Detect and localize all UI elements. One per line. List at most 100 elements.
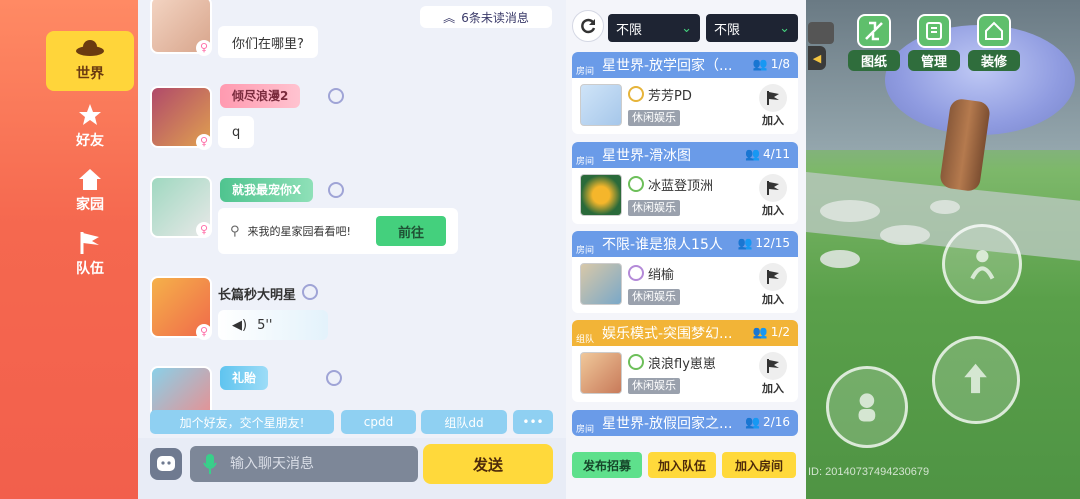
- nav-team-tab[interactable]: 队伍: [46, 226, 134, 286]
- refresh-icon: [581, 18, 596, 34]
- invite-text: 来我的星家园看看吧!: [247, 225, 351, 238]
- nav-home-label: 家园: [76, 197, 104, 213]
- send-button[interactable]: 发送: [423, 444, 553, 484]
- team-card[interactable]: 组队 娱乐模式-突围梦幻... 👥 1/2 浪浪fly崽崽 休闲娱乐 加入: [572, 320, 798, 402]
- publish-recruit-button[interactable]: 发布招募: [572, 452, 642, 478]
- flag-icon: [759, 84, 787, 112]
- room-host: 绡榆: [648, 268, 675, 283]
- female-icon: ♀: [196, 40, 212, 56]
- stepping-stone: [820, 200, 880, 222]
- nav-world-label: 世界: [76, 66, 104, 82]
- home-icon: [46, 162, 134, 192]
- room-card[interactable]: 房间 星世界-滑冰图 👥 4/11 冰蓝登顶洲 休闲娱乐 加入: [572, 142, 798, 224]
- room-category: 休闲娱乐: [628, 110, 680, 126]
- expand-arrow-icon[interactable]: ◀: [808, 46, 826, 70]
- voice-wave-icon: ◀): [232, 317, 248, 333]
- stepping-stone: [930, 200, 960, 214]
- voice-message[interactable]: ◀) 5'': [218, 310, 328, 340]
- room-title: 不限-谁是狼人15人: [602, 237, 723, 253]
- join-room-button[interactable]: 加入: [758, 350, 788, 396]
- room-host: 芳芳PD: [648, 89, 692, 104]
- action-control[interactable]: [826, 366, 908, 448]
- sender-name[interactable]: 就我最宠你X: [220, 178, 314, 202]
- nav-friends-label: 好友: [76, 133, 104, 149]
- users-icon: 👥: [745, 415, 761, 429]
- room-count: 12/15: [755, 236, 790, 250]
- manage-button[interactable]: 管理: [908, 14, 960, 71]
- tier-badge-icon: [628, 354, 644, 370]
- room-type-badge: 房间: [575, 157, 594, 167]
- chat-message-input[interactable]: [230, 456, 410, 472]
- room-card[interactable]: 房间 不限-谁是狼人15人 👥 12/15 绡榆 休闲娱乐 加入: [572, 231, 798, 313]
- go-button[interactable]: 前往: [376, 216, 446, 246]
- room-type-badge: 房间: [575, 425, 594, 435]
- message-bubble: 你们在哪里?: [218, 26, 318, 58]
- decorate-button[interactable]: 装修: [968, 14, 1020, 71]
- nav-friends-tab[interactable]: 好友: [46, 98, 134, 158]
- users-icon: 👥: [745, 147, 761, 161]
- manage-icon: [917, 14, 951, 48]
- female-icon: ♀: [196, 222, 212, 238]
- room-host: 浪浪fly崽崽: [648, 357, 716, 372]
- join-room-button[interactable]: 加入: [758, 261, 788, 307]
- emoji-button[interactable]: [150, 448, 182, 480]
- quick-reply-team[interactable]: 组队dd: [421, 410, 507, 434]
- nav-home-tab[interactable]: 家园: [46, 162, 134, 222]
- flag-icon: [46, 226, 134, 256]
- room-card[interactable]: 房间 星世界-放假回家之... 👥 2/16: [572, 410, 798, 436]
- room-thumbnail: [580, 263, 622, 305]
- room-card[interactable]: 房间 星世界-放学回家（... 👥 1/8 芳芳PD 休闲娱乐 加入: [572, 52, 798, 134]
- stepping-stone: [880, 225, 930, 245]
- chat-input-bar: 发送: [138, 438, 566, 499]
- filter-select-2[interactable]: 不限 ⌄: [706, 14, 798, 42]
- sender-name[interactable]: 长篇秒大明星: [218, 284, 296, 303]
- flag-tab[interactable]: [808, 22, 834, 44]
- grab-icon: [964, 364, 988, 394]
- room-type-badge: 组队: [575, 335, 594, 345]
- blueprint-button[interactable]: 图纸: [848, 14, 900, 71]
- flag-icon: [759, 263, 787, 291]
- filter-select-1[interactable]: 不限 ⌄: [608, 14, 700, 42]
- decorate-label: 装修: [968, 50, 1020, 71]
- chevron-down-icon: ⌄: [779, 20, 790, 36]
- join-team-button[interactable]: 加入队伍: [648, 452, 716, 478]
- room-type-badge: 房间: [575, 67, 594, 77]
- microphone-icon[interactable]: [190, 453, 230, 475]
- emoji-icon: [157, 456, 175, 471]
- join-room-button[interactable]: 加入: [758, 82, 788, 128]
- join-room-button[interactable]: 加入: [758, 172, 788, 218]
- unread-label: 6条未读消息: [461, 10, 529, 25]
- room-count: 4/11: [763, 147, 790, 161]
- planet-icon: [46, 31, 134, 61]
- quick-reply-add-friend[interactable]: 加个好友，交个星朋友!: [150, 410, 334, 434]
- unread-messages-button[interactable]: ︽ 6条未读消息: [420, 6, 552, 28]
- join-label: 加入: [762, 382, 784, 395]
- more-quick-replies-button[interactable]: •••: [513, 410, 553, 434]
- users-icon: 👥: [752, 57, 768, 71]
- join-room-bottom-button[interactable]: 加入房间: [722, 452, 796, 478]
- friend-star-icon: [46, 98, 134, 128]
- chevron-down-icon: ⌄: [681, 20, 692, 36]
- room-thumbnail: [580, 352, 622, 394]
- sender-name[interactable]: 礼貽: [220, 366, 269, 390]
- female-icon: ♀: [196, 324, 212, 340]
- double-chevron-up-icon: ︽: [443, 10, 456, 25]
- quick-reply-cpdd[interactable]: cpdd: [341, 410, 416, 434]
- refresh-button[interactable]: [572, 10, 604, 42]
- room-count: 1/8: [770, 57, 790, 71]
- blueprint-label: 图纸: [848, 50, 900, 71]
- tier-badge-icon: [328, 182, 344, 198]
- home-invite-card: ⚲ 来我的星家园看看吧! 前往: [218, 208, 458, 254]
- tier-badge-icon: [628, 86, 644, 102]
- grab-control[interactable]: [932, 336, 1020, 424]
- join-label: 加入: [762, 114, 784, 127]
- room-count: 2/16: [763, 415, 790, 429]
- room-host: 冰蓝登顶洲: [648, 179, 714, 194]
- nav-world-tab[interactable]: 世界: [46, 31, 134, 91]
- voice-duration: 5'': [257, 317, 273, 333]
- room-title: 娱乐模式-突围梦幻...: [602, 326, 733, 342]
- room-category: 休闲娱乐: [628, 289, 680, 305]
- jump-control[interactable]: [942, 224, 1022, 304]
- room-thumbnail: [580, 174, 622, 216]
- sender-name[interactable]: 倾尽浪漫2: [220, 84, 301, 108]
